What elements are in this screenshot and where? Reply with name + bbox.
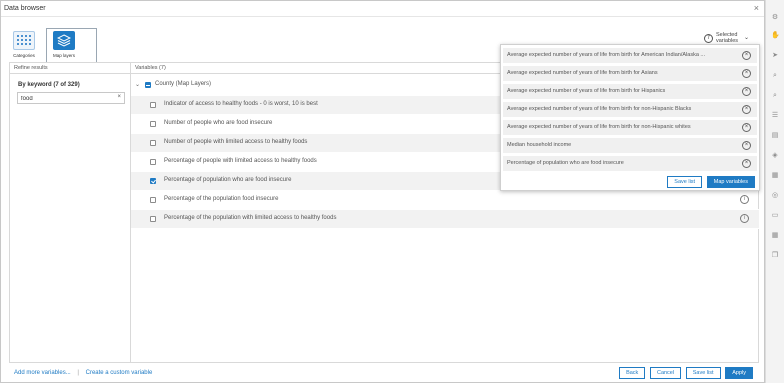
remove-icon[interactable]: × <box>742 159 751 168</box>
variable-checkbox[interactable] <box>150 121 156 127</box>
close-icon[interactable]: × <box>754 3 759 13</box>
add-more-variables-link[interactable]: Add more variables... <box>14 370 71 376</box>
back-button[interactable]: Back <box>619 367 646 379</box>
car-icon[interactable]: ▭ <box>771 212 779 220</box>
variable-label: Percentage of population who are food in… <box>164 177 292 183</box>
selected-item-label: Median household income <box>507 142 572 148</box>
list-icon[interactable]: ☰ <box>771 112 779 120</box>
grid-icon <box>13 31 35 50</box>
variable-checkbox[interactable] <box>150 140 156 146</box>
keyword-search-input[interactable] <box>21 94 111 103</box>
tab-categories-label: Categories <box>13 53 35 58</box>
variable-label: Number of people with limited access to … <box>164 139 308 145</box>
list-item[interactable]: Percentage of the population with limite… <box>131 210 759 229</box>
variable-checkbox[interactable] <box>150 159 156 165</box>
tab-categories[interactable]: Categories <box>9 31 39 61</box>
variable-label: Number of people who are food insecure <box>164 120 273 126</box>
refine-panel: Refine results By keyword (7 of 329) × <box>10 63 131 362</box>
selected-item: Average expected number of years of life… <box>503 120 757 135</box>
footer-links: Add more variables... | Create a custom … <box>14 370 152 376</box>
footer-separator: | <box>77 370 79 376</box>
title-bar: Data browser × <box>1 1 764 17</box>
refine-header: Refine results <box>10 63 130 74</box>
keyword-label: By keyword (7 of 329) <box>18 82 80 88</box>
variable-checkbox[interactable] <box>150 102 156 108</box>
selected-item: Average expected number of years of life… <box>503 48 757 63</box>
copy-icon[interactable]: ❐ <box>771 252 779 260</box>
footer-buttons: Back Cancel Save list Apply <box>616 367 753 379</box>
selected-item-label: Average expected number of years of life… <box>507 124 691 130</box>
group-label: County (Map Layers) <box>155 81 212 87</box>
remove-icon[interactable]: × <box>742 105 751 114</box>
map-variables-button[interactable]: Map variables <box>706 176 755 188</box>
remove-icon[interactable]: × <box>742 141 751 150</box>
hand-icon[interactable]: ✋ <box>771 32 780 40</box>
popup-buttons: Save list Map variables <box>664 176 755 188</box>
chevron-down-icon[interactable]: ⌄ <box>135 81 140 88</box>
chart-icon[interactable]: ▤ <box>771 132 779 140</box>
chart-icon[interactable]: ▦ <box>771 172 779 180</box>
variable-checkbox-checked[interactable] <box>150 178 156 184</box>
pointer-icon[interactable]: ➤ <box>771 52 779 60</box>
search-icon[interactable]: ⌕ <box>771 92 779 100</box>
side-toolbar: ⚙ ✋ ➤ ⌕ ⌕ ☰ ▤ ◈ ▦ ◎ ▭ ▦ ❐ <box>765 0 784 383</box>
apply-button[interactable]: Apply <box>725 367 753 379</box>
tag-icon[interactable]: ◈ <box>771 152 779 160</box>
selected-item: Average expected number of years of life… <box>503 102 757 117</box>
popup-save-list-button[interactable]: Save list <box>667 176 703 188</box>
variable-label: Percentage of the population with limite… <box>164 215 337 221</box>
tab-map-layers-label: Map layers <box>52 53 75 58</box>
create-custom-variable-link[interactable]: Create a custom variable <box>86 370 153 376</box>
variable-checkbox[interactable] <box>150 197 156 203</box>
selected-count-badge: 7 <box>704 34 713 43</box>
keyword-search-box: × <box>17 92 125 104</box>
tab-map-layers[interactable]: Map layers <box>49 31 79 61</box>
cancel-button[interactable]: Cancel <box>649 367 682 379</box>
clear-icon[interactable]: × <box>117 94 121 100</box>
remove-icon[interactable]: × <box>742 123 751 132</box>
selected-item-label: Average expected number of years of life… <box>507 70 658 76</box>
list-item[interactable]: Percentage of the population food insecu… <box>131 191 759 210</box>
selected-variables-popup: Average expected number of years of life… <box>500 44 760 191</box>
chevron-down-icon: ⌄ <box>744 35 750 41</box>
selected-item: Median household income × <box>503 138 757 153</box>
dialog-title: Data browser <box>4 5 46 12</box>
variable-label: Percentage of people with limited access… <box>164 158 317 164</box>
gear-icon[interactable]: ⚙ <box>771 14 779 22</box>
selected-item-label: Percentage of population who are food in… <box>507 160 624 166</box>
variable-checkbox[interactable] <box>150 216 156 222</box>
search-icon[interactable]: ⌕ <box>771 72 779 80</box>
group-checkbox[interactable] <box>145 82 151 88</box>
data-browser-dialog: Data browser × Categories Map layers 7 S… <box>0 0 765 383</box>
variable-label: Percentage of the population food insecu… <box>164 196 279 202</box>
info-icon[interactable]: i <box>740 214 749 223</box>
selected-item: Average expected number of years of life… <box>503 66 757 81</box>
selected-item: Average expected number of years of life… <box>503 84 757 99</box>
selected-variables-label: Selected variables <box>716 32 738 44</box>
remove-icon[interactable]: × <box>742 69 751 78</box>
variable-label: Indicator of access to healthy foods - 0… <box>164 101 318 107</box>
remove-icon[interactable]: × <box>742 87 751 96</box>
remove-icon[interactable]: × <box>742 51 751 60</box>
selected-item-label: Average expected number of years of life… <box>507 88 666 94</box>
info-icon[interactable]: i <box>740 195 749 204</box>
target-icon[interactable]: ◎ <box>771 192 779 200</box>
selected-item-label: Average expected number of years of life… <box>507 52 705 58</box>
selected-item-label: Average expected number of years of life… <box>507 106 692 112</box>
save-list-button[interactable]: Save list <box>685 367 721 379</box>
table-icon[interactable]: ▦ <box>771 232 779 240</box>
layers-icon <box>53 31 75 50</box>
selected-item: Percentage of population who are food in… <box>503 156 757 171</box>
